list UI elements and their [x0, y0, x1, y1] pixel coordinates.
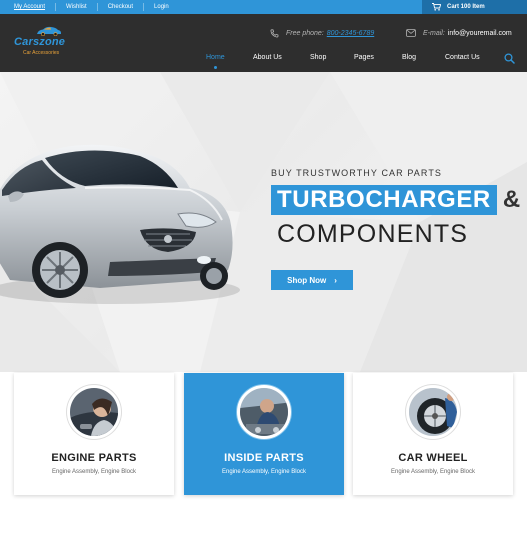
cart-button[interactable]: Cart 100 Item	[422, 0, 527, 14]
nav-home[interactable]: Home	[206, 54, 225, 61]
category-description: Engine Assembly, Engine Block	[391, 469, 475, 475]
login-link[interactable]: Login	[154, 3, 179, 11]
category-title: ENGINE PARTS	[51, 452, 137, 464]
chevron-right-icon: ›	[334, 275, 337, 285]
phone-contact: Free phone: 800-2345-6789	[270, 29, 374, 38]
category-card-car-wheel[interactable]: CAR WHEEL Engine Assembly, Engine Block	[353, 373, 513, 495]
category-card-inside-parts[interactable]: INSIDE PARTS Engine Assembly, Engine Blo…	[184, 373, 344, 495]
nav-pages[interactable]: Pages	[354, 54, 374, 61]
shop-now-label: Shop Now	[287, 275, 327, 285]
hero-headline-highlight: TURBOCHARGER	[271, 185, 497, 215]
search-icon[interactable]	[504, 53, 515, 64]
nav-contact-us[interactable]: Contact Us	[445, 54, 480, 61]
category-title: INSIDE PARTS	[224, 452, 304, 464]
phone-icon	[270, 29, 279, 38]
my-account-link[interactable]: My Account	[14, 3, 57, 11]
nav-shop[interactable]: Shop	[310, 54, 326, 61]
inside-parts-photo	[237, 385, 291, 439]
phone-label: Free phone:	[286, 30, 324, 37]
cart-label: Cart 100 Item	[447, 4, 485, 10]
category-title: CAR WHEEL	[398, 452, 468, 464]
cart-icon	[432, 3, 441, 11]
logo-car-icon	[37, 26, 61, 36]
hero-headline: TURBOCHARGER &	[271, 185, 520, 215]
phone-number[interactable]: 800-2345-6789	[327, 30, 375, 37]
hero-subheadline: COMPONENTS	[277, 220, 469, 248]
checkout-link[interactable]: Checkout	[108, 3, 145, 11]
site-header: Carszone Car Accessories Free phone: 800…	[0, 14, 527, 72]
category-description: Engine Assembly, Engine Block	[222, 469, 306, 475]
main-nav: Home About Us Shop Pages Blog Contact Us	[0, 54, 527, 64]
car-wheel-photo	[406, 385, 460, 439]
active-nav-indicator	[214, 66, 217, 69]
shop-now-button[interactable]: Shop Now ›	[271, 270, 353, 290]
category-card-engine-parts[interactable]: ENGINE PARTS Engine Assembly, Engine Blo…	[14, 373, 174, 495]
nav-blog[interactable]: Blog	[402, 54, 416, 61]
wishlist-link[interactable]: Wishlist	[66, 3, 98, 11]
engine-parts-photo	[67, 385, 121, 439]
mail-icon	[406, 29, 416, 37]
hero-banner: BUY TRUSTWORTHY CAR PARTS TURBOCHARGER &…	[0, 72, 527, 372]
category-section: ENGINE PARTS Engine Assembly, Engine Blo…	[0, 372, 527, 538]
logo-title: Carszone	[14, 36, 66, 48]
account-links: My Account Wishlist Checkout Login	[14, 0, 189, 14]
hero-headline-ampersand: &	[502, 186, 521, 213]
top-bar: My Account Wishlist Checkout Login Cart …	[0, 0, 527, 14]
category-description: Engine Assembly, Engine Block	[52, 469, 136, 475]
car-image	[0, 144, 240, 304]
nav-about-us[interactable]: About Us	[253, 54, 282, 61]
email-contact: E-mail: info@youremail.com	[406, 29, 512, 37]
hero-eyebrow: BUY TRUSTWORTHY CAR PARTS	[271, 168, 443, 178]
email-label: E-mail:	[423, 29, 445, 37]
email-address[interactable]: info@youremail.com	[448, 30, 512, 37]
